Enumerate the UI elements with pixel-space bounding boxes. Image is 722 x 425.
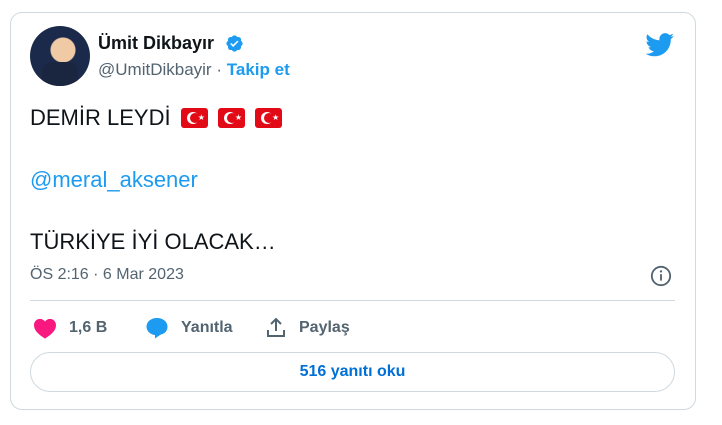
verified-badge-icon — [226, 35, 243, 52]
read-replies-button[interactable]: 516 yanıtı oku — [30, 352, 675, 392]
reply-button[interactable]: Yanıtla — [145, 316, 233, 340]
like-count: 1,6 B — [69, 319, 108, 336]
share-button[interactable]: Paylaş — [265, 316, 350, 340]
share-icon — [267, 317, 285, 337]
tweet-line-1: DEMİR LEYDİ ★ ★ ★ — [30, 105, 282, 131]
like-button[interactable]: 1,6 B — [33, 316, 107, 340]
follow-button[interactable]: Takip et — [227, 60, 290, 79]
tweet-text-demir-leydi: DEMİR LEYDİ — [30, 105, 171, 130]
avatar[interactable] — [30, 26, 90, 86]
turkey-flag-icon: ★ — [254, 108, 282, 128]
author-handle-row: @UmitDikbayir · Takip et — [98, 60, 290, 80]
turkey-flag-icon: ★ — [217, 108, 245, 128]
share-label: Paylaş — [299, 319, 350, 336]
turkey-flag-icon: ★ — [180, 108, 208, 128]
reply-bubble-icon — [146, 318, 168, 339]
separator-dot: · — [216, 60, 223, 79]
info-icon[interactable] — [650, 265, 672, 287]
heart-icon — [34, 318, 56, 339]
twitter-bird-icon[interactable] — [645, 33, 675, 57]
author-name[interactable]: Ümit Dikbayır — [98, 33, 214, 54]
reply-label: Yanıtla — [181, 319, 233, 336]
divider — [30, 300, 675, 301]
tweet-timestamp[interactable]: ÖS 2:16 · 6 Mar 2023 — [30, 266, 184, 284]
author-handle[interactable]: @UmitDikbayir — [98, 60, 212, 79]
tweet-line-3: TÜRKİYE İYİ OLACAK… — [30, 229, 276, 254]
mention-link[interactable]: @meral_aksener — [30, 167, 198, 193]
